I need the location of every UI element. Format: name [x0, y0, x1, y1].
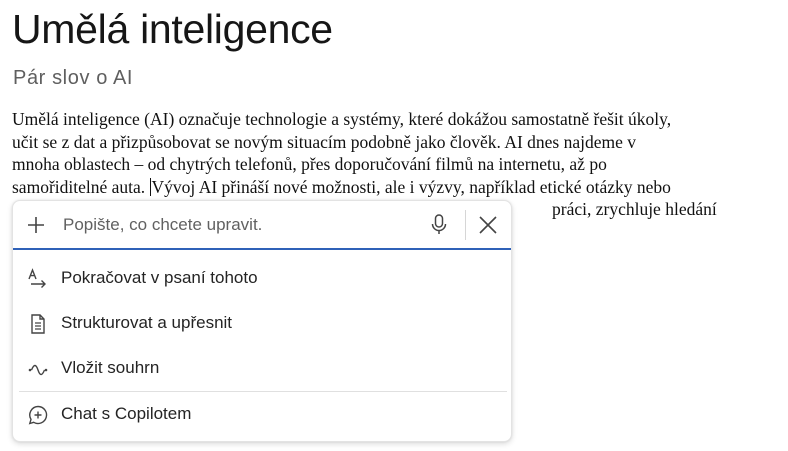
text-cursor [149, 177, 151, 196]
copilot-popup: Pokračovat v psaní tohoto Strukturovat a… [12, 200, 512, 442]
menu-item-label: Chat s Copilotem [61, 404, 192, 423]
body-line: Umělá inteligence (AI) označuje technolo… [12, 109, 672, 129]
menu-item-label: Pokračovat v psaní tohoto [61, 268, 258, 287]
body-line: mnoha oblastech – od chytrých telefonů, … [12, 154, 607, 174]
body-line: učit se z dat a přizpůsobovat se novým s… [12, 131, 637, 152]
microphone-icon[interactable] [429, 213, 449, 237]
body-text: Vývoj AI přináší nové možnosti, ale i vý… [151, 176, 671, 197]
continue-writing-icon [27, 268, 49, 290]
chat-add-icon [27, 404, 49, 426]
menu-item-structure[interactable]: Strukturovat a upřesnit [13, 301, 511, 345]
document-icon [27, 313, 49, 335]
copilot-prompt-input[interactable] [63, 212, 413, 238]
menu-item-chat-copilot[interactable]: Chat s Copilotem [13, 392, 511, 436]
page-subtitle: Pár slov o AI [13, 67, 134, 89]
body-line: samořiditelné auta. Vývoj AI přináší nov… [12, 176, 784, 199]
menu-item-insert-summary[interactable]: Vložit souhrn [13, 346, 511, 390]
summary-wave-icon [27, 358, 49, 380]
toolbar-divider [465, 210, 466, 240]
page-title: Umělá inteligence [12, 6, 333, 52]
close-icon[interactable] [477, 214, 499, 236]
menu-item-label: Strukturovat a upřesnit [61, 313, 233, 332]
menu-item-label: Vložit souhrn [61, 358, 160, 377]
body-text: samořiditelné auta. [12, 176, 150, 197]
add-icon[interactable] [25, 214, 47, 236]
menu-item-continue-writing[interactable]: Pokračovat v psaní tohoto [13, 256, 511, 300]
copilot-prompt-bar [13, 201, 511, 250]
